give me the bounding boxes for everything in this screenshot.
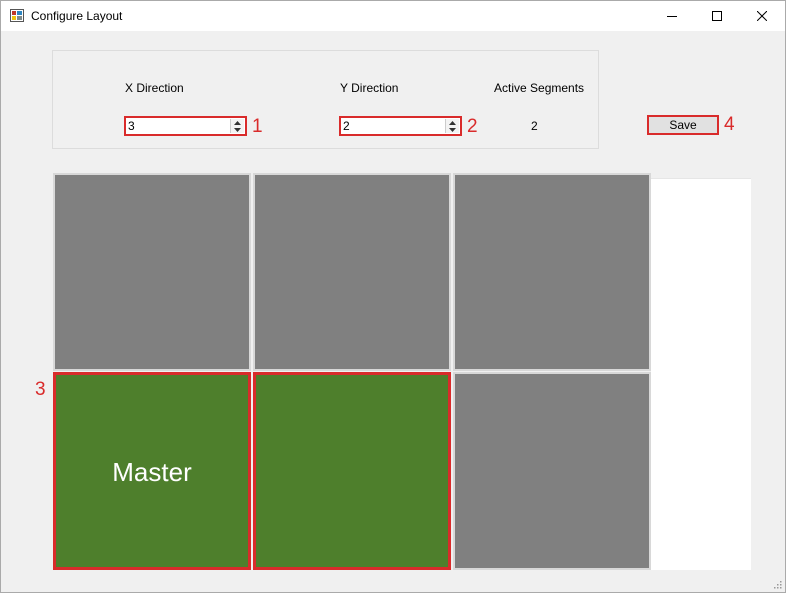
grid-side-panel	[651, 178, 751, 570]
x-direction-input[interactable]	[128, 119, 228, 133]
arrow-up-icon	[234, 120, 241, 125]
y-direction-down-button[interactable]	[446, 126, 459, 133]
close-button[interactable]	[739, 1, 785, 31]
y-direction-spinner	[445, 119, 459, 133]
grid-cell[interactable]	[53, 173, 251, 371]
grid-cell[interactable]	[253, 173, 451, 371]
close-icon	[757, 11, 767, 21]
x-direction-stepper[interactable]	[124, 116, 247, 136]
layout-grid: Master	[52, 172, 751, 570]
grid-cell-master[interactable]: Master	[53, 372, 251, 570]
app-layout-icon	[10, 9, 24, 22]
arrow-up-icon	[449, 120, 456, 125]
arrow-down-icon	[449, 127, 456, 132]
callout-2: 2	[467, 116, 478, 137]
callout-1: 1	[252, 116, 263, 137]
x-direction-down-button[interactable]	[231, 126, 244, 133]
x-direction-label: X Direction	[125, 81, 184, 95]
active-segments-value: 2	[531, 119, 538, 133]
callout-3: 3	[35, 379, 46, 400]
x-direction-spinner	[230, 119, 244, 133]
save-button[interactable]: Save	[647, 115, 719, 135]
maximize-button[interactable]	[694, 1, 740, 31]
grid-cell[interactable]	[453, 173, 651, 371]
minimize-button[interactable]	[649, 1, 695, 31]
window-title: Configure Layout	[31, 9, 123, 23]
title-bar[interactable]: Configure Layout	[1, 1, 785, 31]
grid-cell[interactable]	[253, 372, 451, 570]
y-direction-stepper[interactable]	[339, 116, 462, 136]
callout-4: 4	[724, 114, 735, 135]
master-label: Master	[112, 457, 192, 487]
minimize-icon	[667, 16, 677, 17]
resize-grip-icon[interactable]	[772, 579, 782, 589]
arrow-down-icon	[234, 127, 241, 132]
active-segments-label: Active Segments	[494, 81, 585, 95]
grid-cell[interactable]	[453, 372, 651, 570]
configure-layout-window: Configure Layout X Direction Y Direction…	[0, 0, 786, 593]
y-direction-label: Y Direction	[340, 81, 399, 95]
y-direction-input[interactable]	[343, 119, 443, 133]
maximize-icon	[712, 11, 722, 21]
